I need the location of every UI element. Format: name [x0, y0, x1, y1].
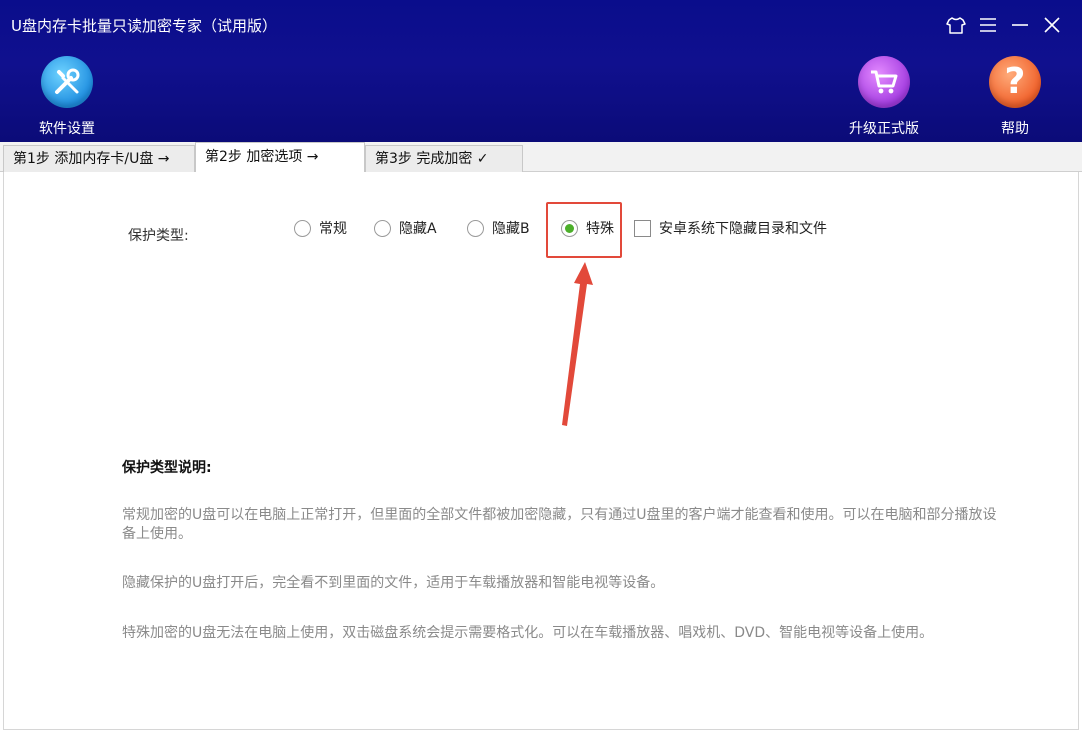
minimize-icon[interactable]: [1004, 10, 1036, 40]
title-bar: U盘内存卡批量只读加密专家（试用版） 软件设置 升级正式版 ? 帮助: [0, 0, 1082, 142]
cart-icon: [858, 56, 910, 108]
step-tabs: 第1步 添加内存卡/U盘 → 第3步 完成加密 ✓ 第2步 加密选项 →: [0, 142, 1082, 173]
radio-hide-a[interactable]: 隐藏A: [374, 218, 437, 238]
annotation-highlight-box: [546, 202, 622, 258]
encryption-options-panel: 保护类型: 常规 隐藏A 隐藏B 特殊 安卓系统下隐藏目录和文件 保护类型说明:…: [3, 172, 1079, 730]
upgrade-button[interactable]: 升级正式版: [839, 56, 929, 138]
radio-normal[interactable]: 常规: [294, 218, 347, 238]
radio-hide-a-circle[interactable]: [374, 219, 391, 237]
annotation-arrow: [562, 262, 593, 426]
radio-hide-b-circle[interactable]: [467, 219, 484, 237]
tab-step-1[interactable]: 第1步 添加内存卡/U盘 →: [3, 145, 195, 172]
app-title: U盘内存卡批量只读加密专家（试用版）: [11, 17, 277, 35]
tab-step-2[interactable]: 第2步 加密选项 →: [195, 142, 365, 173]
description-hidden: 隐藏保护的U盘打开后，完全看不到里面的文件，适用于车载播放器和智能电视等设备。: [122, 575, 665, 591]
description-title: 保护类型说明:: [122, 460, 212, 476]
radio-hide-b[interactable]: 隐藏B: [467, 218, 530, 238]
description-special: 特殊加密的U盘无法在电脑上使用，双击磁盘系统会提示需要格式化。可以在车载播放器、…: [122, 625, 934, 641]
tools-icon: [41, 56, 93, 108]
description-normal: 常规加密的U盘可以在电脑上正常打开，但里面的全部文件都被加密隐藏，只有通过U盘里…: [122, 507, 997, 542]
close-icon[interactable]: [1036, 10, 1068, 40]
menu-icon[interactable]: [972, 10, 1004, 40]
settings-label: 软件设置: [39, 121, 95, 137]
radio-hide-b-label: 隐藏B: [492, 221, 530, 237]
help-glyph: ?: [1004, 61, 1026, 102]
radio-hide-a-label: 隐藏A: [399, 221, 437, 237]
shirt-icon[interactable]: [940, 10, 972, 40]
upgrade-label: 升级正式版: [849, 121, 919, 137]
help-button[interactable]: ? 帮助: [970, 56, 1060, 138]
protection-type-label: 保护类型:: [128, 228, 189, 244]
android-hide-label: 安卓系统下隐藏目录和文件: [659, 221, 827, 237]
help-label: 帮助: [1001, 121, 1029, 137]
radio-normal-circle[interactable]: [294, 219, 311, 237]
help-icon: ?: [989, 56, 1041, 108]
settings-button[interactable]: 软件设置: [22, 56, 112, 138]
android-hide-option[interactable]: 安卓系统下隐藏目录和文件: [634, 218, 827, 238]
android-hide-checkbox[interactable]: [634, 219, 651, 237]
radio-normal-label: 常规: [319, 221, 347, 237]
window-controls: [940, 10, 1068, 40]
tab-step-3[interactable]: 第3步 完成加密 ✓: [365, 145, 523, 172]
